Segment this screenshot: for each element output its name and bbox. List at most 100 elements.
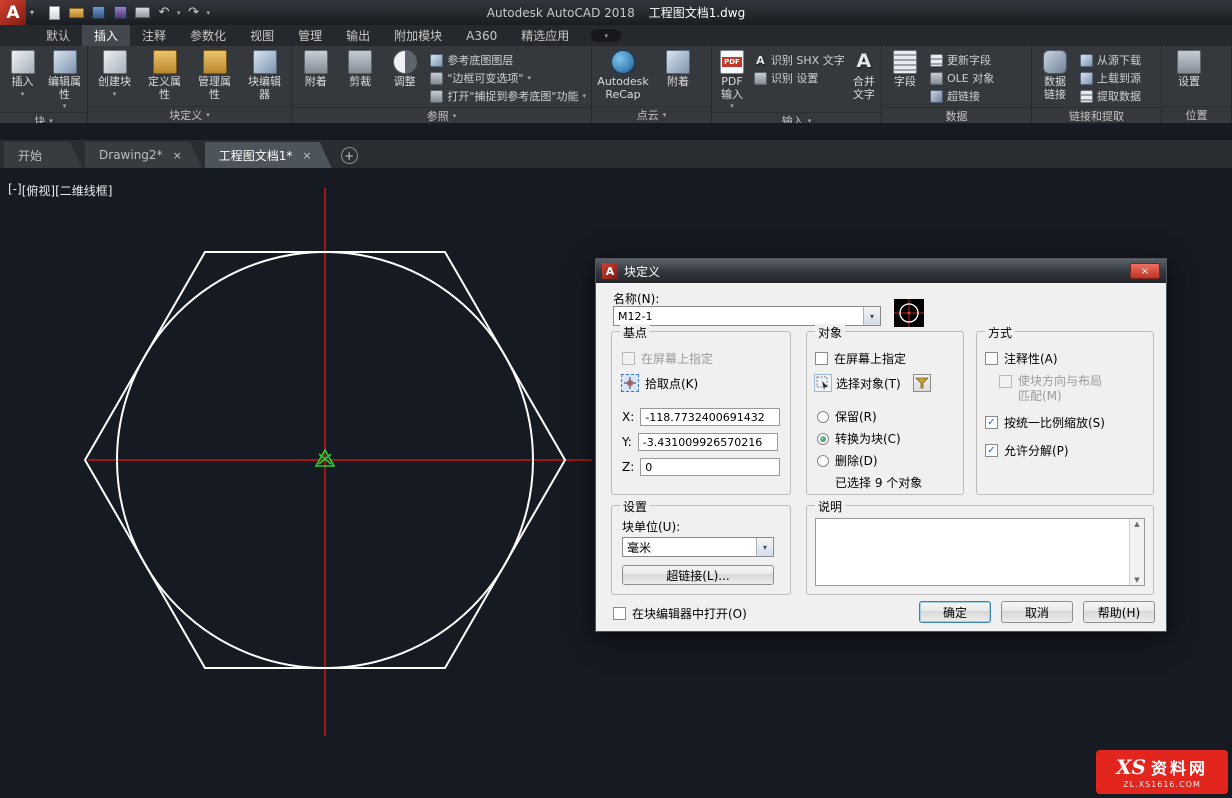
create-block-button[interactable]: 创建块 ▾ bbox=[91, 48, 138, 98]
app-logo[interactable]: A bbox=[0, 0, 26, 25]
plot-button[interactable] bbox=[132, 3, 152, 23]
uniform-scale-box[interactable] bbox=[985, 416, 998, 429]
update-fields-button[interactable]: 更新字段 bbox=[928, 51, 996, 69]
open-in-block-editor-checkbox[interactable]: 在块编辑器中打开(O) bbox=[613, 605, 747, 622]
save-button[interactable] bbox=[88, 3, 108, 23]
match-orientation-checkbox[interactable]: 使块方向与布局匹配(M) bbox=[999, 374, 1102, 404]
description-textarea[interactable]: ▲ ▼ bbox=[815, 518, 1145, 586]
allow-explode-box[interactable] bbox=[985, 444, 998, 457]
ribbon-tab-parametric[interactable]: 参数化 bbox=[178, 25, 238, 46]
convert-to-block-radio-circle[interactable] bbox=[817, 433, 829, 445]
edit-attribute-button[interactable]: 编辑属性 ▾ bbox=[45, 48, 84, 110]
select-objects-label[interactable]: 选择对象(T) bbox=[836, 375, 901, 392]
delete-radio-circle[interactable] bbox=[817, 455, 829, 467]
field-button[interactable]: 字段 bbox=[885, 48, 925, 89]
download-from-source-button[interactable]: 从源下载 bbox=[1078, 51, 1143, 69]
annotative-box[interactable] bbox=[985, 352, 998, 365]
point-cloud-attach-button[interactable]: 附着 bbox=[654, 48, 702, 89]
file-tab-drawing2-close-icon[interactable]: × bbox=[173, 149, 182, 162]
panel-title-reference[interactable]: 参照 ▾ bbox=[292, 107, 591, 123]
base-specify-onscreen-checkbox[interactable]: 在屏幕上指定 bbox=[622, 350, 713, 367]
viewport-menu-control[interactable]: [-] bbox=[8, 182, 22, 199]
ribbon-display-toggle[interactable]: ▾ bbox=[591, 29, 621, 42]
block-name-dropdown-icon[interactable]: ▾ bbox=[863, 307, 880, 325]
adjust-button[interactable]: 调整 bbox=[384, 48, 425, 89]
y-coordinate-input[interactable]: -3.431009926570216 bbox=[638, 433, 778, 451]
open-file-button[interactable] bbox=[66, 3, 86, 23]
manage-attributes-button[interactable]: 管理属性 bbox=[191, 48, 238, 101]
upload-to-source-button[interactable]: 上载到源 bbox=[1078, 69, 1143, 87]
ribbon-tab-featured-apps[interactable]: 精选应用 bbox=[509, 25, 581, 46]
block-unit-dropdown-icon[interactable]: ▾ bbox=[756, 538, 773, 556]
ribbon-tab-output[interactable]: 输出 bbox=[334, 25, 382, 46]
pick-point-button[interactable]: 拾取点(K) bbox=[621, 374, 698, 392]
snap-to-underlay-button[interactable]: 打开"捕捉到参考底图"功能 ▾ bbox=[428, 87, 588, 105]
base-specify-onscreen-box[interactable] bbox=[622, 352, 635, 365]
retain-radio-circle[interactable] bbox=[817, 411, 829, 423]
description-text[interactable] bbox=[816, 519, 1129, 585]
ribbon-tab-addins[interactable]: 附加模块 bbox=[382, 25, 454, 46]
annotative-checkbox[interactable]: 注释性(A) bbox=[985, 350, 1058, 367]
ribbon-tab-insert[interactable]: 插入 bbox=[82, 25, 130, 46]
panel-title-data[interactable]: 数据 bbox=[882, 107, 1031, 123]
scroll-up-icon[interactable]: ▲ bbox=[1134, 520, 1139, 528]
block-name-combobox[interactable]: M12-1 ▾ bbox=[613, 306, 881, 326]
match-orientation-box[interactable] bbox=[999, 375, 1012, 388]
objects-specify-onscreen-checkbox[interactable]: 在屏幕上指定 bbox=[815, 350, 906, 367]
dialog-titlebar[interactable]: A 块定义 × bbox=[596, 259, 1166, 283]
help-button[interactable]: 帮助(H) bbox=[1083, 601, 1155, 623]
ribbon-tab-default[interactable]: 默认 bbox=[34, 25, 82, 46]
recognition-settings-button[interactable]: 识别 设置 bbox=[752, 69, 847, 87]
combine-text-button[interactable]: A 合并文字 bbox=[850, 48, 878, 101]
ribbon-tab-manage[interactable]: 管理 bbox=[286, 25, 334, 46]
autodesk-recap-button[interactable]: Autodesk ReCap bbox=[595, 48, 651, 101]
open-in-block-editor-box[interactable] bbox=[613, 607, 626, 620]
select-objects-icon[interactable] bbox=[814, 374, 832, 392]
block-unit-value[interactable]: 毫米 bbox=[623, 538, 756, 556]
data-link-button[interactable]: 数据链接 bbox=[1035, 48, 1075, 101]
ribbon-tab-a360[interactable]: A360 bbox=[454, 25, 509, 46]
define-attributes-button[interactable]: 定义属性 bbox=[141, 48, 188, 101]
app-menu-caret-icon[interactable]: ▾ bbox=[26, 8, 38, 17]
block-unit-combobox[interactable]: 毫米 ▾ bbox=[622, 537, 774, 557]
hyperlink-dialog-button[interactable]: 超链接(L)... bbox=[622, 565, 774, 585]
ribbon-tab-annotate[interactable]: 注释 bbox=[130, 25, 178, 46]
block-name-value[interactable]: M12-1 bbox=[614, 307, 863, 325]
cancel-button[interactable]: 取消 bbox=[1001, 601, 1073, 623]
description-scrollbar[interactable]: ▲ ▼ bbox=[1129, 519, 1144, 585]
file-tab-drawing2[interactable]: Drawing2* × bbox=[85, 142, 202, 168]
delete-radio[interactable]: 删除(D) bbox=[817, 452, 878, 469]
new-file-button[interactable] bbox=[44, 3, 64, 23]
viewport-visual-style-control[interactable]: [二维线框] bbox=[55, 182, 112, 199]
location-settings-button[interactable]: 设置 bbox=[1165, 48, 1213, 89]
panel-title-block[interactable]: 块 ▾ bbox=[0, 112, 87, 123]
file-tab-doc1-close-icon[interactable]: × bbox=[302, 149, 311, 162]
file-tab-start[interactable]: 开始 bbox=[4, 142, 82, 168]
panel-title-point-cloud[interactable]: 点云 ▾ bbox=[592, 106, 711, 123]
x-coordinate-input[interactable]: -118.7732400691432 bbox=[640, 408, 780, 426]
uniform-scale-checkbox[interactable]: 按统一比例缩放(S) bbox=[985, 414, 1105, 431]
objects-specify-onscreen-box[interactable] bbox=[815, 352, 828, 365]
frames-vary-button[interactable]: "边框可变选项" ▾ bbox=[428, 69, 588, 87]
attach-button[interactable]: 附着 bbox=[295, 48, 336, 89]
viewport-view-control[interactable]: [俯视] bbox=[22, 182, 55, 199]
save-as-button[interactable] bbox=[110, 3, 130, 23]
pdf-import-button[interactable]: PDF PDF 输入 ▾ bbox=[715, 48, 749, 110]
qa-options-caret-icon[interactable]: ▾ bbox=[207, 9, 211, 17]
file-tab-doc1[interactable]: 工程图文档1* × bbox=[205, 142, 332, 168]
retain-radio[interactable]: 保留(R) bbox=[817, 408, 877, 425]
scroll-down-icon[interactable]: ▼ bbox=[1134, 576, 1139, 584]
new-drawing-tab-button[interactable]: + bbox=[341, 147, 358, 164]
panel-title-link-extract[interactable]: 链接和提取 bbox=[1032, 107, 1161, 123]
underlay-layers-button[interactable]: 参考底图图层 bbox=[428, 51, 588, 69]
extract-data-button[interactable]: 提取数据 bbox=[1078, 87, 1143, 105]
ole-object-button[interactable]: OLE 对象 bbox=[928, 69, 996, 87]
undo-caret-icon[interactable]: ▾ bbox=[177, 9, 181, 17]
convert-to-block-radio[interactable]: 转换为块(C) bbox=[817, 430, 901, 447]
recognize-shx-button[interactable]: A 识别 SHX 文字 bbox=[752, 51, 847, 69]
panel-title-location[interactable]: 位置 bbox=[1162, 106, 1231, 123]
allow-explode-checkbox[interactable]: 允许分解(P) bbox=[985, 442, 1069, 459]
z-coordinate-input[interactable]: 0 bbox=[640, 458, 780, 476]
quick-select-button[interactable] bbox=[913, 374, 931, 392]
ribbon-tab-view[interactable]: 视图 bbox=[238, 25, 286, 46]
